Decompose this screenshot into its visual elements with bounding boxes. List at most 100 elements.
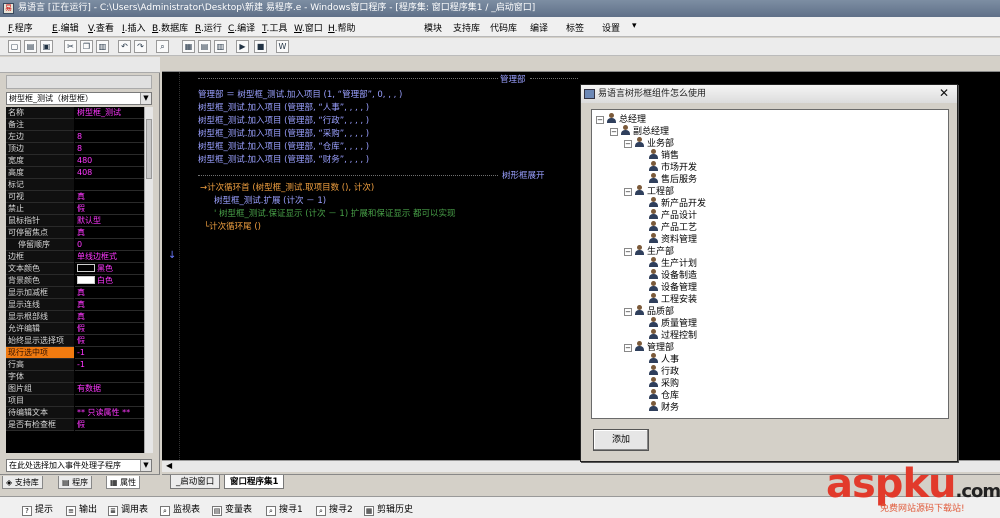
- property-scrollbar[interactable]: [144, 107, 153, 453]
- menu-module[interactable]: 模块: [424, 21, 442, 34]
- tab-start-window[interactable]: _启动窗口: [170, 475, 221, 489]
- property-row[interactable]: 字体: [6, 371, 144, 383]
- property-row[interactable]: 项目: [6, 395, 144, 407]
- property-row[interactable]: 文本颜色 黑色: [6, 263, 144, 275]
- add-button[interactable]: 添加: [593, 429, 649, 451]
- person-icon: [649, 161, 658, 171]
- tab-hints[interactable]: ? 提示: [22, 502, 53, 516]
- tab-window-assembly[interactable]: 窗口程序集1: [224, 475, 285, 489]
- open-file-icon[interactable]: ▤: [24, 40, 37, 53]
- tab-output[interactable]: ≡ 输出: [66, 502, 97, 516]
- code-line[interactable]: 树型框_测试.加入项目 (管理部, “采购”, , , , ): [198, 127, 369, 139]
- property-row[interactable]: 可视真: [6, 191, 144, 203]
- layout-1-icon[interactable]: ▦: [182, 40, 195, 53]
- code-line-loop-head[interactable]: →计次循环首 (树型框_测试.取项目数 (), 计次): [200, 181, 374, 193]
- menu-settings[interactable]: 设置: [602, 21, 620, 34]
- redo-icon[interactable]: ↷: [134, 40, 147, 53]
- layout-3-icon[interactable]: ▥: [214, 40, 227, 53]
- menu-run[interactable]: R.运行: [195, 21, 222, 34]
- property-row[interactable]: 始终显示选择项假: [6, 335, 144, 347]
- tree-view[interactable]: − 总经理 − 副总经理 − 业务部 销售 市场开发 售后服务 − 工程部 新产品开发 …: [591, 109, 949, 419]
- property-row[interactable]: 背景颜色 白色: [6, 275, 144, 287]
- tab-program[interactable]: ▤ 程序: [58, 476, 93, 489]
- property-row[interactable]: 边框 单线边框式: [6, 251, 144, 263]
- code-line-loop-tail[interactable]: └计次循环尾 (): [204, 220, 261, 232]
- property-row[interactable]: 宽度 480: [6, 155, 144, 167]
- property-row[interactable]: 备注: [6, 119, 144, 131]
- property-row[interactable]: 是否有检查框假: [6, 419, 144, 431]
- property-row[interactable]: 行高 -1: [6, 359, 144, 371]
- menu-insert[interactable]: I.插入: [122, 21, 146, 34]
- menu-help[interactable]: H.帮助: [328, 21, 356, 34]
- event-selector[interactable]: 在此处选择加入事件处理子程序 ▼: [6, 459, 152, 472]
- property-row[interactable]: 显示连线真: [6, 299, 144, 311]
- run-icon[interactable]: ▶: [236, 40, 249, 53]
- layout-2-icon[interactable]: ▤: [198, 40, 211, 53]
- property-row[interactable]: 左边 8: [6, 131, 144, 143]
- code-line[interactable]: 树型框_测试.加入项目 (管理部, “仓库”, , , , ): [198, 140, 369, 152]
- property-row[interactable]: 高度 408: [6, 167, 144, 179]
- title-bar: 易 易语言 [正在运行] - C:\Users\Administrator\De…: [0, 0, 1000, 17]
- tab-clip-history[interactable]: ▦ 剪辑历史: [364, 502, 413, 516]
- undo-icon[interactable]: ↶: [118, 40, 131, 53]
- component-selector[interactable]: 树型框_测试（树型框） ▼: [6, 92, 152, 105]
- property-row[interactable]: 显示加减框真: [6, 287, 144, 299]
- property-row[interactable]: 待编辑文本 ** 只读属性 **: [6, 407, 144, 419]
- new-file-icon[interactable]: ▢: [8, 40, 21, 53]
- dialog-title-bar: 易语言树形框组件怎么使用 ✕: [581, 85, 957, 103]
- menu-view[interactable]: V.查看: [88, 21, 114, 34]
- menu-database[interactable]: B.数据库: [152, 21, 188, 34]
- close-icon[interactable]: ✕: [939, 85, 949, 101]
- code-line[interactable]: 树型框_测试.加入项目 (管理部, “行政”, , , , ): [198, 114, 369, 126]
- menu-tools[interactable]: T.工具: [262, 21, 287, 34]
- property-row[interactable]: 停留顺序 0: [6, 239, 144, 251]
- property-row[interactable]: 标记: [6, 179, 144, 191]
- property-row[interactable]: 名称 树型框_测试: [6, 107, 144, 119]
- save-icon[interactable]: ▣: [40, 40, 53, 53]
- compile-icon[interactable]: W: [276, 40, 289, 53]
- menu-window[interactable]: W.窗口: [294, 21, 323, 34]
- tab-search-2[interactable]: ⌕ 搜寻2: [316, 502, 353, 516]
- property-row[interactable]: 鼠标指针 默认型: [6, 215, 144, 227]
- chevron-down-icon[interactable]: ▼: [140, 93, 151, 104]
- find-icon[interactable]: ⌕: [156, 40, 169, 53]
- tab-call-table[interactable]: ≣ 调用表: [108, 502, 148, 516]
- tree-node[interactable]: 财务: [649, 401, 679, 414]
- copy-icon[interactable]: ❐: [80, 40, 93, 53]
- menu-code-lib[interactable]: 代码库: [490, 21, 517, 34]
- chevron-down-icon[interactable]: ▼: [140, 460, 151, 471]
- scroll-left-icon[interactable]: ◀: [166, 461, 172, 470]
- property-row[interactable]: 可停留焦点真: [6, 227, 144, 239]
- tab-watch-table[interactable]: ⌕ 监视表: [160, 502, 200, 516]
- menu-edit[interactable]: E.编辑: [52, 21, 79, 34]
- cut-icon[interactable]: ✂: [64, 40, 77, 53]
- menu-compile-right[interactable]: 编译: [530, 21, 548, 34]
- settings-dropdown-icon[interactable]: ▾: [632, 21, 637, 31]
- code-line[interactable]: 树型框_测试.加入项目 (管理部, “财务”, , , , ): [198, 153, 369, 165]
- code-line[interactable]: 树型框_测试.加入项目 (管理部, “人事”, , , , ): [198, 101, 369, 113]
- property-row[interactable]: 顶边 8: [6, 143, 144, 155]
- person-icon: [649, 221, 658, 231]
- paste-icon[interactable]: ▥: [96, 40, 109, 53]
- tab-support-lib[interactable]: ◈ 支持库: [2, 476, 43, 489]
- scrollbar-thumb[interactable]: [146, 119, 152, 179]
- code-line[interactable]: 树型框_测试.扩展 (计次 － 1): [214, 194, 326, 206]
- person-icon: [649, 401, 658, 411]
- tab-search-1[interactable]: ⌕ 搜寻1: [266, 502, 303, 516]
- property-row[interactable]: 允许编辑假: [6, 323, 144, 335]
- editor-header: [162, 57, 1000, 72]
- property-row[interactable]: 显示根部线真: [6, 311, 144, 323]
- menu-compile[interactable]: C.编译: [228, 21, 255, 34]
- code-line[interactable]: 管理部 ＝ 树型框_测试.加入项目 (1, “管理部”, 0, , , ): [198, 88, 402, 100]
- property-row[interactable]: 图片组 有数据: [6, 383, 144, 395]
- property-row-selected[interactable]: 现行选中项 -1: [6, 347, 144, 359]
- person-icon: [649, 173, 658, 183]
- tab-properties[interactable]: ▦ 属性: [106, 476, 141, 489]
- tab-variable-table[interactable]: ▤ 变量表: [212, 502, 252, 516]
- menu-program[interactable]: F.程序: [8, 21, 33, 34]
- code-comment[interactable]: ' 树型框_测试.保证显示 (计次 － 1) 扩展和保证显示 都可以实现: [214, 207, 456, 219]
- property-row[interactable]: 禁止假: [6, 203, 144, 215]
- menu-support-lib[interactable]: 支持库: [453, 21, 480, 34]
- menu-tags[interactable]: 标签: [566, 21, 584, 34]
- stop-icon[interactable]: ■: [254, 40, 267, 53]
